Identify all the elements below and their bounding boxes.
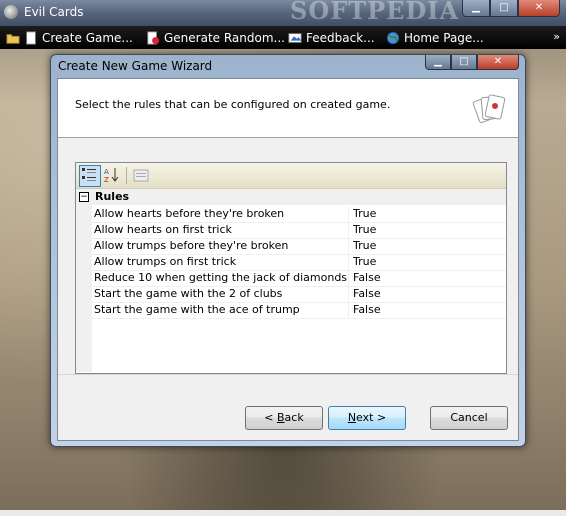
feedback-icon bbox=[288, 32, 302, 43]
property-grid: A Z − Rules Allow hearts before they're … bbox=[75, 162, 507, 374]
menu-item-generate-random[interactable]: Generate Random... bbox=[146, 29, 285, 46]
button-area-separator bbox=[58, 374, 518, 375]
dialog-client-area: Select the rules that can be configured … bbox=[57, 78, 519, 441]
property-row[interactable]: Allow trumps on first trick True bbox=[92, 254, 506, 271]
alphabetical-view-button[interactable]: A Z bbox=[102, 165, 124, 187]
new-page-icon bbox=[26, 30, 36, 45]
menu-item-label: Generate Random... bbox=[164, 30, 285, 45]
create-new-game-wizard-dialog: Create New Game Wizard ▁ □ ✕ Select the … bbox=[50, 54, 526, 447]
property-pages-icon bbox=[133, 169, 149, 182]
cancel-button-label: Cancel bbox=[450, 411, 488, 424]
cards-icon bbox=[472, 94, 506, 124]
property-value[interactable]: False bbox=[353, 303, 381, 316]
menu-item-label: Create Game... bbox=[42, 30, 133, 45]
property-value[interactable]: True bbox=[353, 255, 376, 268]
next-button[interactable]: Next > bbox=[328, 406, 406, 430]
menu-item-create-game[interactable]: Create Game... bbox=[6, 29, 133, 46]
property-name: Reduce 10 when getting the jack of diamo… bbox=[94, 271, 349, 286]
dialog-title: Create New Game Wizard bbox=[58, 59, 213, 73]
wizard-header: Select the rules that can be configured … bbox=[58, 79, 518, 138]
svg-text:Z: Z bbox=[104, 176, 109, 184]
property-grid-toolbar: A Z bbox=[76, 163, 506, 189]
dialog-minimize-button[interactable]: ▁ bbox=[425, 55, 451, 70]
collapse-toggle[interactable]: − bbox=[79, 192, 89, 202]
menu-item-label: Feedback... bbox=[306, 30, 375, 45]
random-icon bbox=[147, 30, 160, 45]
globe-icon bbox=[386, 31, 400, 44]
property-row[interactable]: Allow hearts on first trick True bbox=[92, 222, 506, 239]
property-value[interactable]: True bbox=[353, 223, 376, 236]
property-name: Start the game with the ace of trump bbox=[94, 303, 349, 318]
property-row[interactable]: Start the game with the ace of trump Fal… bbox=[92, 302, 506, 319]
property-row[interactable]: Allow trumps before they're broken True bbox=[92, 238, 506, 255]
maximize-button[interactable]: □ bbox=[490, 0, 518, 17]
softpedia-watermark: SOFTPEDIA bbox=[290, 0, 460, 25]
property-pages-button[interactable] bbox=[131, 165, 153, 187]
back-button-prefix: < bbox=[264, 411, 277, 424]
svg-text:A: A bbox=[104, 168, 109, 176]
close-button[interactable]: ✕ bbox=[518, 0, 560, 17]
property-grid-body: − Rules Allow hearts before they're brok… bbox=[76, 189, 506, 372]
wizard-instruction-text: Select the rules that can be configured … bbox=[75, 98, 391, 111]
property-value[interactable]: False bbox=[353, 287, 381, 300]
menu-item-home-page[interactable]: Home Page... bbox=[386, 29, 484, 46]
window-title: Evil Cards bbox=[24, 5, 84, 19]
menu-overflow-chevron[interactable]: » bbox=[553, 30, 560, 43]
property-value[interactable]: True bbox=[353, 239, 376, 252]
dialog-maximize-button[interactable]: □ bbox=[451, 55, 477, 70]
dialog-close-button[interactable]: ✕ bbox=[477, 55, 519, 70]
property-value[interactable]: False bbox=[353, 271, 381, 284]
property-row[interactable]: Start the game with the 2 of clubs False bbox=[92, 286, 506, 303]
menu-item-label: Home Page... bbox=[404, 30, 484, 45]
minimize-button[interactable]: ▁ bbox=[462, 0, 490, 17]
cancel-button[interactable]: Cancel bbox=[430, 406, 508, 430]
category-label: Rules bbox=[95, 190, 130, 203]
property-name: Allow trumps on first trick bbox=[94, 255, 349, 270]
back-button-mnemonic: B bbox=[277, 411, 285, 424]
property-name: Start the game with the 2 of clubs bbox=[94, 287, 349, 302]
category-row-rules[interactable]: − Rules bbox=[76, 189, 506, 205]
bottom-strip bbox=[0, 510, 566, 516]
folder-icon bbox=[6, 33, 20, 44]
property-row[interactable]: Allow hearts before they're broken True bbox=[92, 206, 506, 223]
back-button[interactable]: < Back bbox=[245, 406, 323, 430]
property-name: Allow hearts before they're broken bbox=[94, 207, 349, 222]
property-row[interactable]: Reduce 10 when getting the jack of diamo… bbox=[92, 270, 506, 287]
menu-item-feedback[interactable]: Feedback... bbox=[288, 29, 375, 46]
categorized-icon bbox=[82, 168, 96, 181]
next-button-label: ext > bbox=[356, 411, 387, 424]
grid-left-margin bbox=[76, 189, 92, 372]
property-name: Allow hearts on first trick bbox=[94, 223, 349, 238]
categorized-view-button[interactable] bbox=[79, 165, 101, 187]
property-value[interactable]: True bbox=[353, 207, 376, 220]
app-icon[interactable] bbox=[4, 5, 18, 19]
property-name: Allow trumps before they're broken bbox=[94, 239, 349, 254]
back-button-label: ack bbox=[284, 411, 304, 424]
next-button-mnemonic: N bbox=[347, 411, 357, 424]
main-title-bar[interactable]: Evil Cards SOFTPEDIA ▁ □ ✕ bbox=[0, 0, 566, 26]
alphabetical-icon: A Z bbox=[104, 168, 119, 184]
menu-bar: Create Game... Generate Random... Feedba… bbox=[0, 26, 566, 49]
toolbar-separator bbox=[126, 167, 127, 184]
